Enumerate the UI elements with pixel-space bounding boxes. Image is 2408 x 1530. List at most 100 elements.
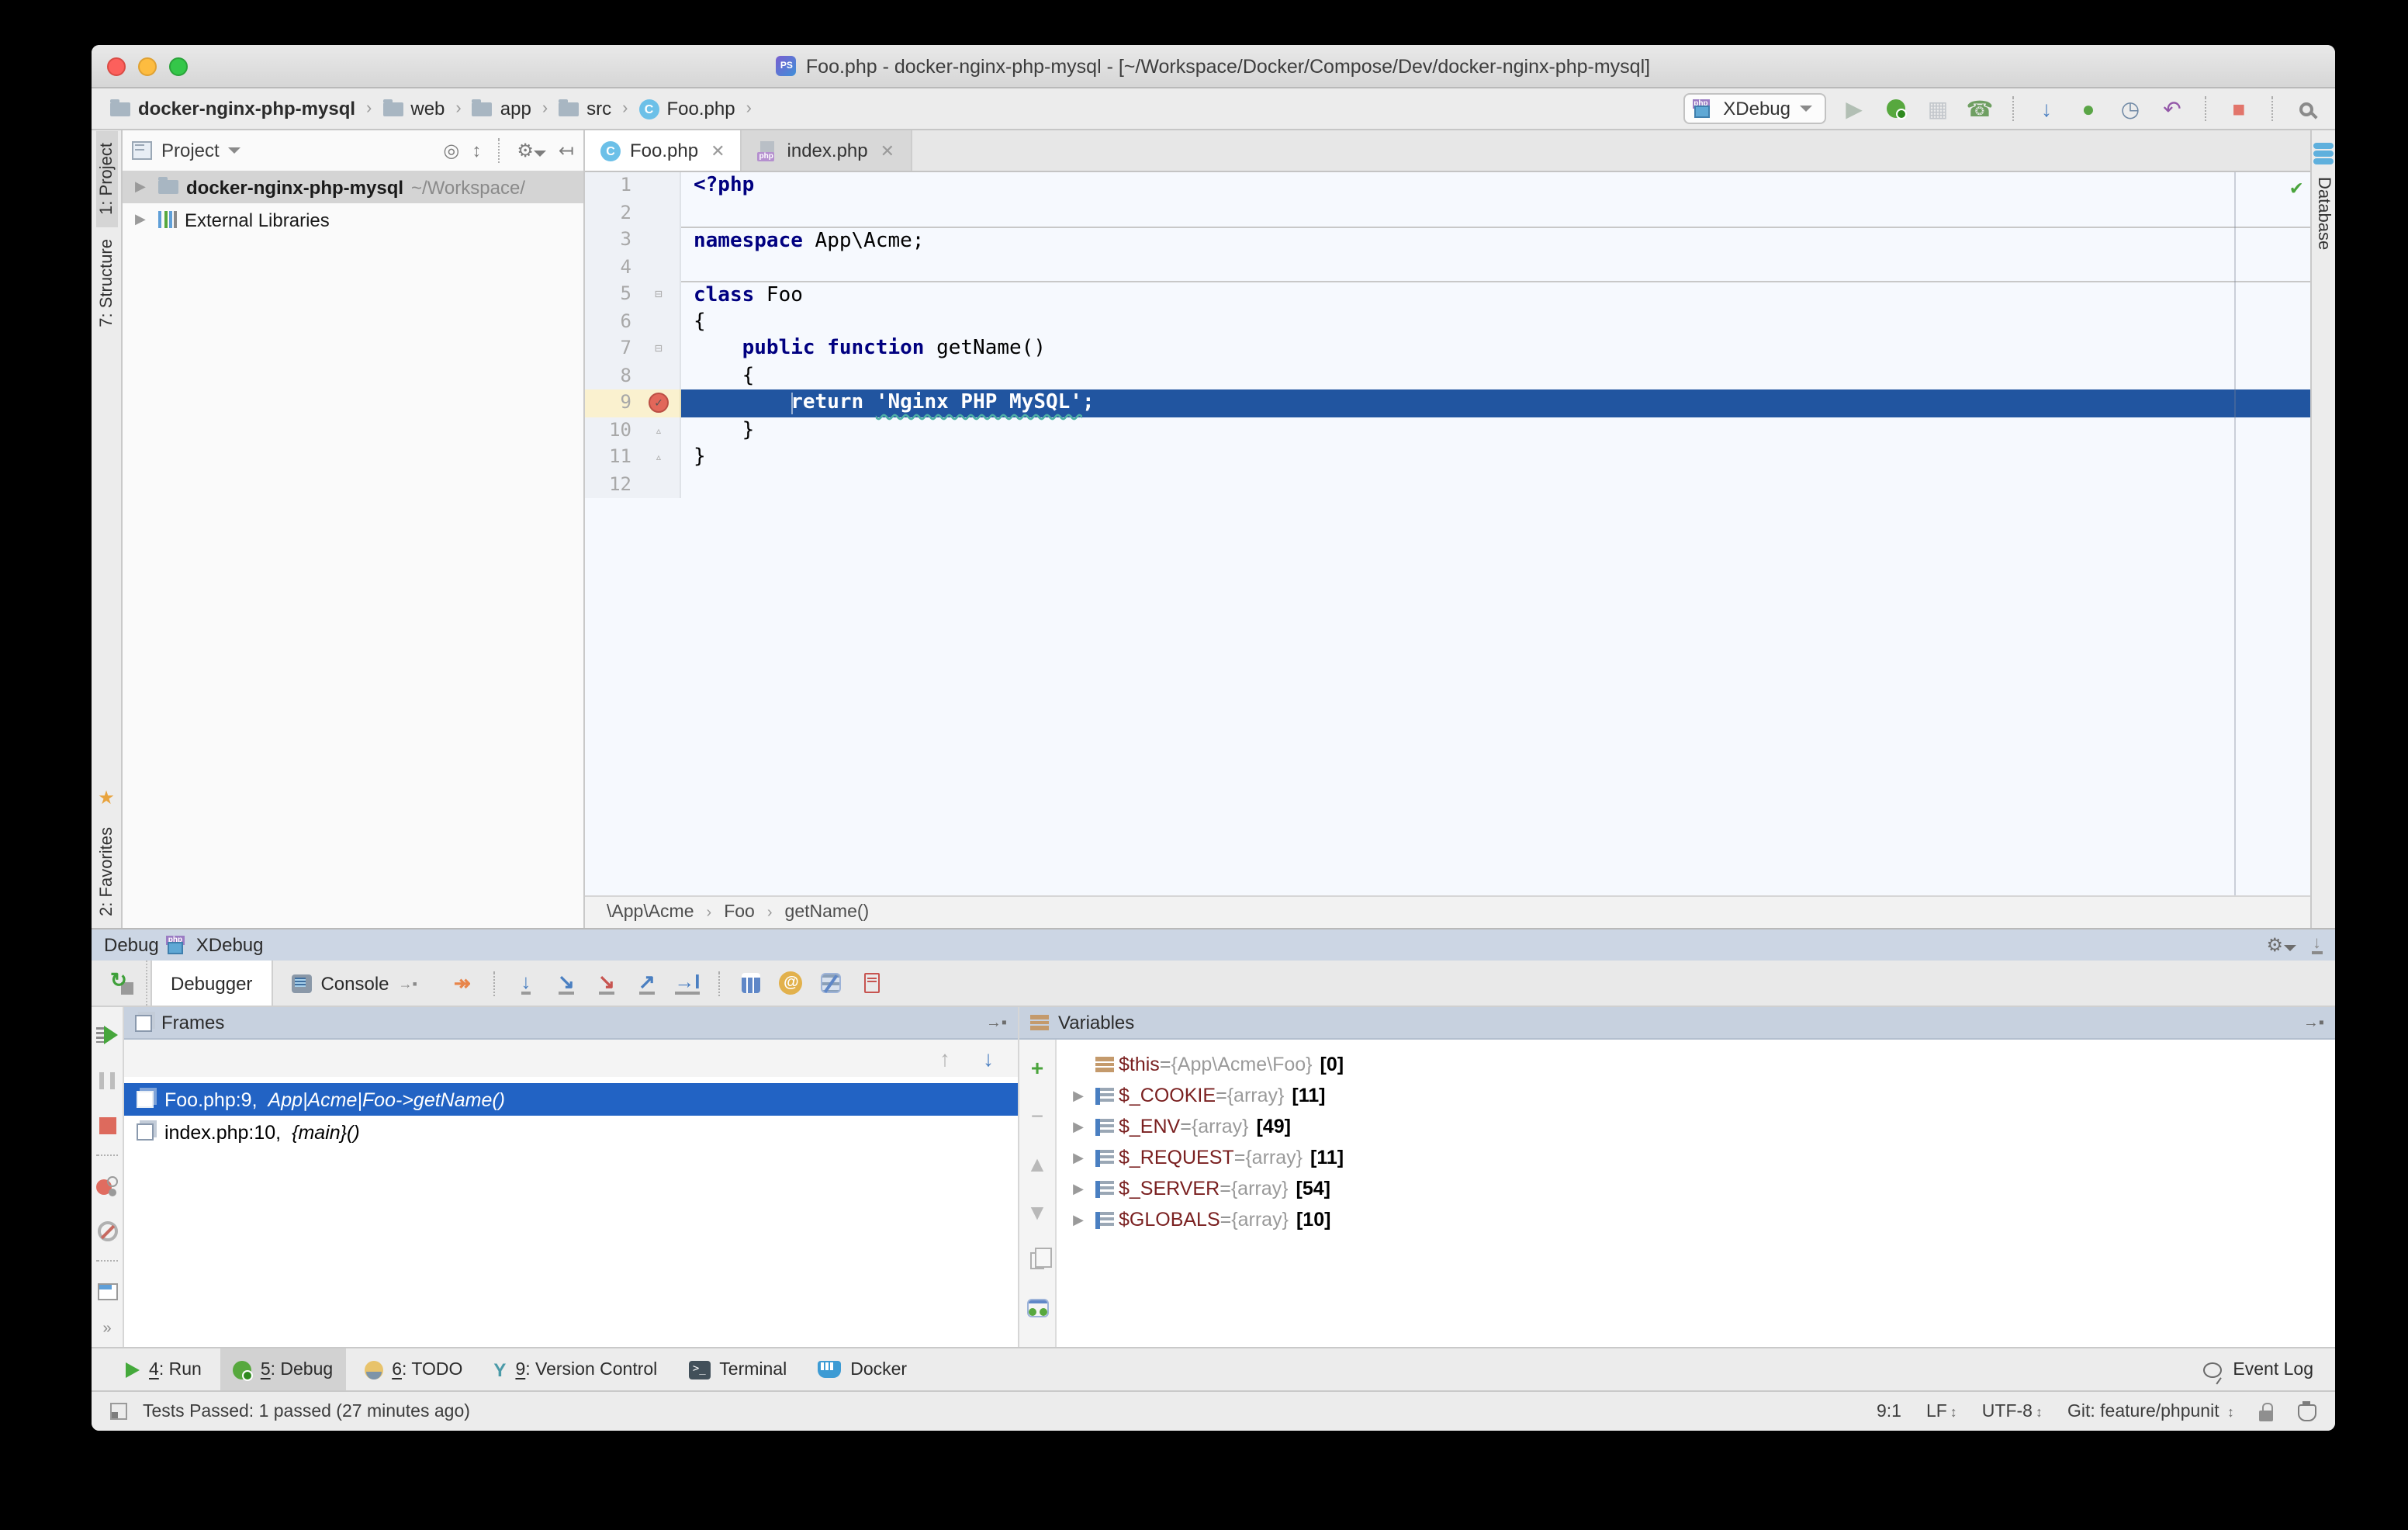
tool-window-button-4-run[interactable]: 4: Run [113, 1348, 214, 1390]
close-tab-icon[interactable]: ✕ [881, 140, 894, 161]
gutter-cell[interactable]: 9✓ [585, 389, 681, 417]
mute-breakpoints-button[interactable] [93, 1215, 121, 1246]
tool-window-button-structure[interactable]: 7: Structure [95, 227, 117, 341]
project-tree-row[interactable]: ▶External Libraries [123, 203, 583, 236]
git-branch-widget[interactable]: Git: feature/phpunit ↕ [2067, 1402, 2234, 1421]
code-line[interactable]: 10▵ } [585, 417, 2310, 444]
code-line[interactable]: 5⊟class Foo [585, 281, 2310, 308]
search-everywhere-button[interactable] [2292, 93, 2320, 124]
code-line[interactable]: 12 [585, 471, 2310, 498]
event-log-button[interactable]: Event Log [2203, 1360, 2313, 1379]
expand-arrow-icon[interactable]: ▶ [135, 178, 150, 196]
inline-debugging-button[interactable]: @ [777, 968, 805, 999]
expand-arrow-icon[interactable]: ▶ [1066, 1087, 1091, 1104]
expand-arrow-icon[interactable]: ▶ [1066, 1180, 1091, 1197]
stop-button[interactable]: ■ [2225, 93, 2253, 124]
lock-icon[interactable] [2259, 1410, 2273, 1421]
close-tab-icon[interactable]: ✕ [711, 140, 725, 161]
frame-down-button[interactable]: ↓ [974, 1043, 1002, 1074]
listen-debug-connections-button[interactable]: ☎ [1966, 93, 1994, 124]
frame-row[interactable]: index.php:10, {main}() [124, 1116, 1018, 1148]
hide-panel-icon[interactable]: ↤ [559, 140, 574, 161]
locate-file-icon[interactable]: ◎ [443, 140, 459, 161]
status-message[interactable]: Tests Passed: 1 passed (27 minutes ago) [143, 1402, 470, 1421]
force-step-into-button[interactable]: ↘ [593, 968, 621, 999]
gutter-cell[interactable]: 7⊟ [585, 335, 681, 362]
gutter-cell[interactable]: 10▵ [585, 417, 681, 444]
expand-arrow-icon[interactable]: ▶ [1066, 1149, 1091, 1166]
editor-tab-index-php[interactable]: index.php✕ [742, 130, 912, 171]
variable-row[interactable]: ▶$GLOBALS = {array}[10] [1057, 1204, 2335, 1235]
breakpoint-icon[interactable]: ✓ [649, 393, 669, 414]
gutter-cell[interactable]: 8 [585, 362, 681, 389]
hide-tool-window-icon[interactable]: ↓ [2311, 936, 2323, 954]
view-breakpoints-button[interactable] [858, 968, 886, 999]
fold-close-icon[interactable]: ▵ [638, 417, 680, 444]
update-project-button[interactable]: ↓ [2033, 93, 2060, 124]
run-configuration-selector[interactable]: XDebug [1683, 93, 1826, 124]
gutter-cell[interactable]: 3 [585, 227, 681, 254]
encoding-widget[interactable]: UTF-8↕ [1982, 1402, 2043, 1421]
code-line[interactable]: 11▵} [585, 444, 2310, 471]
tool-window-button-docker[interactable]: Docker [805, 1348, 919, 1390]
tool-window-button-terminal[interactable]: >_Terminal [676, 1348, 799, 1390]
expand-arrow-icon[interactable]: ▶ [135, 211, 150, 228]
pause-button[interactable] [93, 1064, 121, 1096]
step-out-button[interactable]: ↗ [633, 968, 661, 999]
restore-layout-button[interactable] [93, 1276, 121, 1307]
variable-row[interactable]: ▶$_REQUEST = {array}[11] [1057, 1142, 2335, 1173]
copy-value-button[interactable] [1023, 1244, 1051, 1276]
tool-window-button-9-version-control[interactable]: Y9: Version Control [481, 1348, 669, 1390]
fold-close-icon[interactable]: ▵ [638, 444, 680, 471]
frame-up-button[interactable]: ↑ [931, 1043, 959, 1074]
code-line[interactable]: 8 { [585, 362, 2310, 389]
editor-tab-foo-php[interactable]: CFoo.php✕ [585, 130, 742, 171]
debug-tab-console[interactable]: Console→▪ [272, 961, 435, 1006]
expand-arrow-icon[interactable]: ▶ [1066, 1118, 1091, 1135]
project-tree-row[interactable]: ▶docker-nginx-php-mysql~/Workspace/ [123, 171, 583, 203]
variable-row[interactable]: ▶$_ENV = {array}[49] [1057, 1111, 2335, 1142]
inspections-ok-icon[interactable]: ✔ [2290, 177, 2302, 200]
tool-window-button-6-todo[interactable]: 6: TODO [351, 1348, 475, 1390]
add-watch-button[interactable]: + [1023, 1052, 1051, 1083]
breadcrumb-item[interactable]: src [555, 96, 614, 121]
run-to-cursor-button[interactable]: →I [673, 968, 701, 999]
code-line[interactable]: 1<?php [585, 172, 2310, 199]
gutter-cell[interactable]: 11▵ [585, 444, 681, 471]
code-line[interactable]: 6{ [585, 308, 2310, 335]
fold-open-icon[interactable]: ⊟ [638, 281, 680, 308]
show-watches-button[interactable] [1023, 1293, 1051, 1324]
chevron-down-icon[interactable] [229, 147, 241, 154]
breadcrumb-item[interactable]: docker-nginx-php-mysql [107, 96, 358, 121]
gutter-cell[interactable]: 2 [585, 199, 681, 227]
variable-row[interactable]: $this = {App\Acme\Foo}[0] [1057, 1049, 2335, 1080]
debug-button[interactable] [1882, 93, 1910, 124]
gutter-cell[interactable]: 5⊟ [585, 281, 681, 308]
debug-tab-debugger[interactable]: Debugger [150, 961, 272, 1006]
zoom-window-button[interactable] [169, 57, 188, 75]
recent-changes-button[interactable]: ◷ [2116, 93, 2144, 124]
stop-button[interactable] [93, 1109, 121, 1141]
gutter-cell[interactable]: 6 [585, 308, 681, 335]
gear-icon[interactable]: ⚙ [2266, 934, 2296, 956]
code-line[interactable]: 2 [585, 199, 2310, 227]
view-breakpoints-button[interactable] [93, 1170, 121, 1201]
move-watch-up-button[interactable]: ▲ [1023, 1148, 1051, 1179]
run-button[interactable]: ▶ [1840, 93, 1868, 124]
evaluate-expression-button[interactable] [737, 968, 765, 999]
fold-open-icon[interactable]: ⊟ [638, 335, 680, 362]
show-execution-point-button[interactable]: ↠ [448, 968, 476, 999]
caret-position-widget[interactable]: 9:1 [1877, 1402, 1901, 1421]
tool-window-quick-access-icon[interactable] [110, 1403, 127, 1420]
move-watch-down-button[interactable]: ▼ [1023, 1196, 1051, 1227]
frame-row[interactable]: Foo.php:9, App|Acme|Foo->getName() [124, 1083, 1018, 1116]
code-line[interactable]: 9✓ return 'Nginx PHP MySQL'; [585, 389, 2310, 417]
gutter-cell[interactable]: 12 [585, 471, 681, 498]
variable-row[interactable]: ▶$_COOKIE = {array}[11] [1057, 1080, 2335, 1111]
step-over-button[interactable]: ↓ [512, 968, 540, 999]
inspection-profile-icon[interactable] [2298, 1404, 2316, 1421]
close-window-button[interactable] [107, 57, 126, 75]
float-panel-icon[interactable]: →▪ [2303, 1014, 2324, 1031]
code-line[interactable]: 7⊟ public function getName() [585, 335, 2310, 362]
line-ending-widget[interactable]: LF↕ [1926, 1402, 1957, 1421]
